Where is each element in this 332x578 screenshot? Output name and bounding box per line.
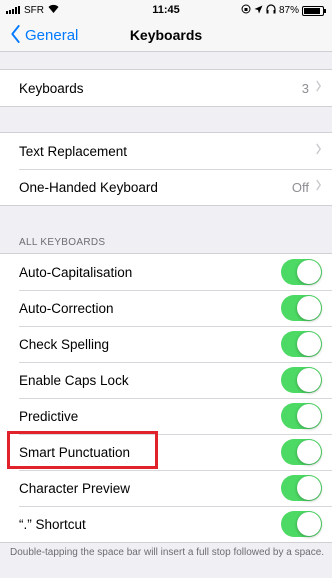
chevron-right-icon [316, 178, 322, 196]
toggle-knob [297, 332, 321, 356]
battery-level [304, 7, 320, 14]
character-preview-toggle[interactable] [281, 475, 322, 501]
toggle-knob [297, 440, 321, 464]
one-handed-keyboard-value: Off [291, 179, 309, 195]
auto-correction-toggle[interactable] [281, 295, 322, 321]
toggle-knob [297, 260, 321, 284]
navigation-bar: General Keyboards [0, 20, 332, 52]
character-preview-row: Character Preview [0, 470, 332, 506]
character-preview-label: Character Preview [19, 480, 131, 496]
keyboards-label: Keyboards [19, 80, 84, 96]
chevron-right-icon [316, 79, 322, 97]
settings-screen: SFR 11:45 87% General Keyboards Keyboard… [0, 0, 332, 578]
orientation-lock-icon [241, 4, 251, 17]
one-handed-keyboard-label: One-Handed Keyboard [19, 179, 158, 195]
footer-note: Double-tapping the space bar will insert… [10, 547, 325, 558]
check-spelling-toggle[interactable] [281, 331, 322, 357]
enable-caps-lock-label: Enable Caps Lock [19, 372, 129, 388]
smart-punctuation-label: Smart Punctuation [19, 444, 131, 460]
check-spelling-label: Check Spelling [19, 336, 110, 352]
keyboards-group: Keyboards 3 [0, 69, 332, 107]
chevron-right-icon [316, 142, 322, 160]
smart-punctuation-row: Smart Punctuation [0, 434, 332, 470]
all-keyboards-header: ALL KEYBOARDS [19, 237, 106, 248]
auto-capitalisation-toggle[interactable] [281, 259, 322, 285]
status-right: 87% [241, 4, 326, 17]
toggle-knob [297, 512, 321, 536]
enable-caps-lock-row: Enable Caps Lock [0, 362, 332, 398]
keyboards-row[interactable]: Keyboards 3 [0, 70, 332, 106]
auto-correction-row: Auto-Correction [0, 290, 332, 326]
all-keyboards-group: Auto-Capitalisation Auto-Correction Chec… [0, 253, 332, 543]
period-shortcut-row: “.” Shortcut [0, 506, 332, 542]
auto-capitalisation-row: Auto-Capitalisation [0, 254, 332, 290]
toggle-knob [297, 404, 321, 428]
predictive-label: Predictive [19, 408, 79, 424]
enable-caps-lock-toggle[interactable] [281, 367, 322, 393]
predictive-row: Predictive [0, 398, 332, 434]
battery-percentage: 87% [278, 5, 299, 16]
period-shortcut-label: “.” Shortcut [19, 516, 86, 532]
text-replacement-label: Text Replacement [19, 143, 128, 159]
text-group: Text Replacement One-Handed Keyboard Off [0, 132, 332, 206]
text-replacement-row[interactable]: Text Replacement [0, 133, 332, 169]
one-handed-keyboard-row[interactable]: One-Handed Keyboard Off [0, 169, 332, 205]
headphones-icon [266, 4, 276, 17]
check-spelling-row: Check Spelling [0, 326, 332, 362]
page-title: Keyboards [129, 27, 203, 43]
toggle-knob [297, 476, 321, 500]
auto-correction-label: Auto-Correction [19, 300, 114, 316]
keyboards-count: 3 [301, 80, 309, 96]
auto-capitalisation-label: Auto-Capitalisation [19, 264, 133, 280]
location-icon [254, 5, 263, 17]
smart-punctuation-toggle[interactable] [281, 439, 322, 465]
toggle-knob [297, 296, 321, 320]
period-shortcut-toggle[interactable] [281, 511, 322, 537]
status-bar: SFR 11:45 87% [0, 0, 332, 20]
battery-icon [302, 5, 326, 16]
predictive-toggle[interactable] [281, 403, 322, 429]
toggle-knob [297, 368, 321, 392]
